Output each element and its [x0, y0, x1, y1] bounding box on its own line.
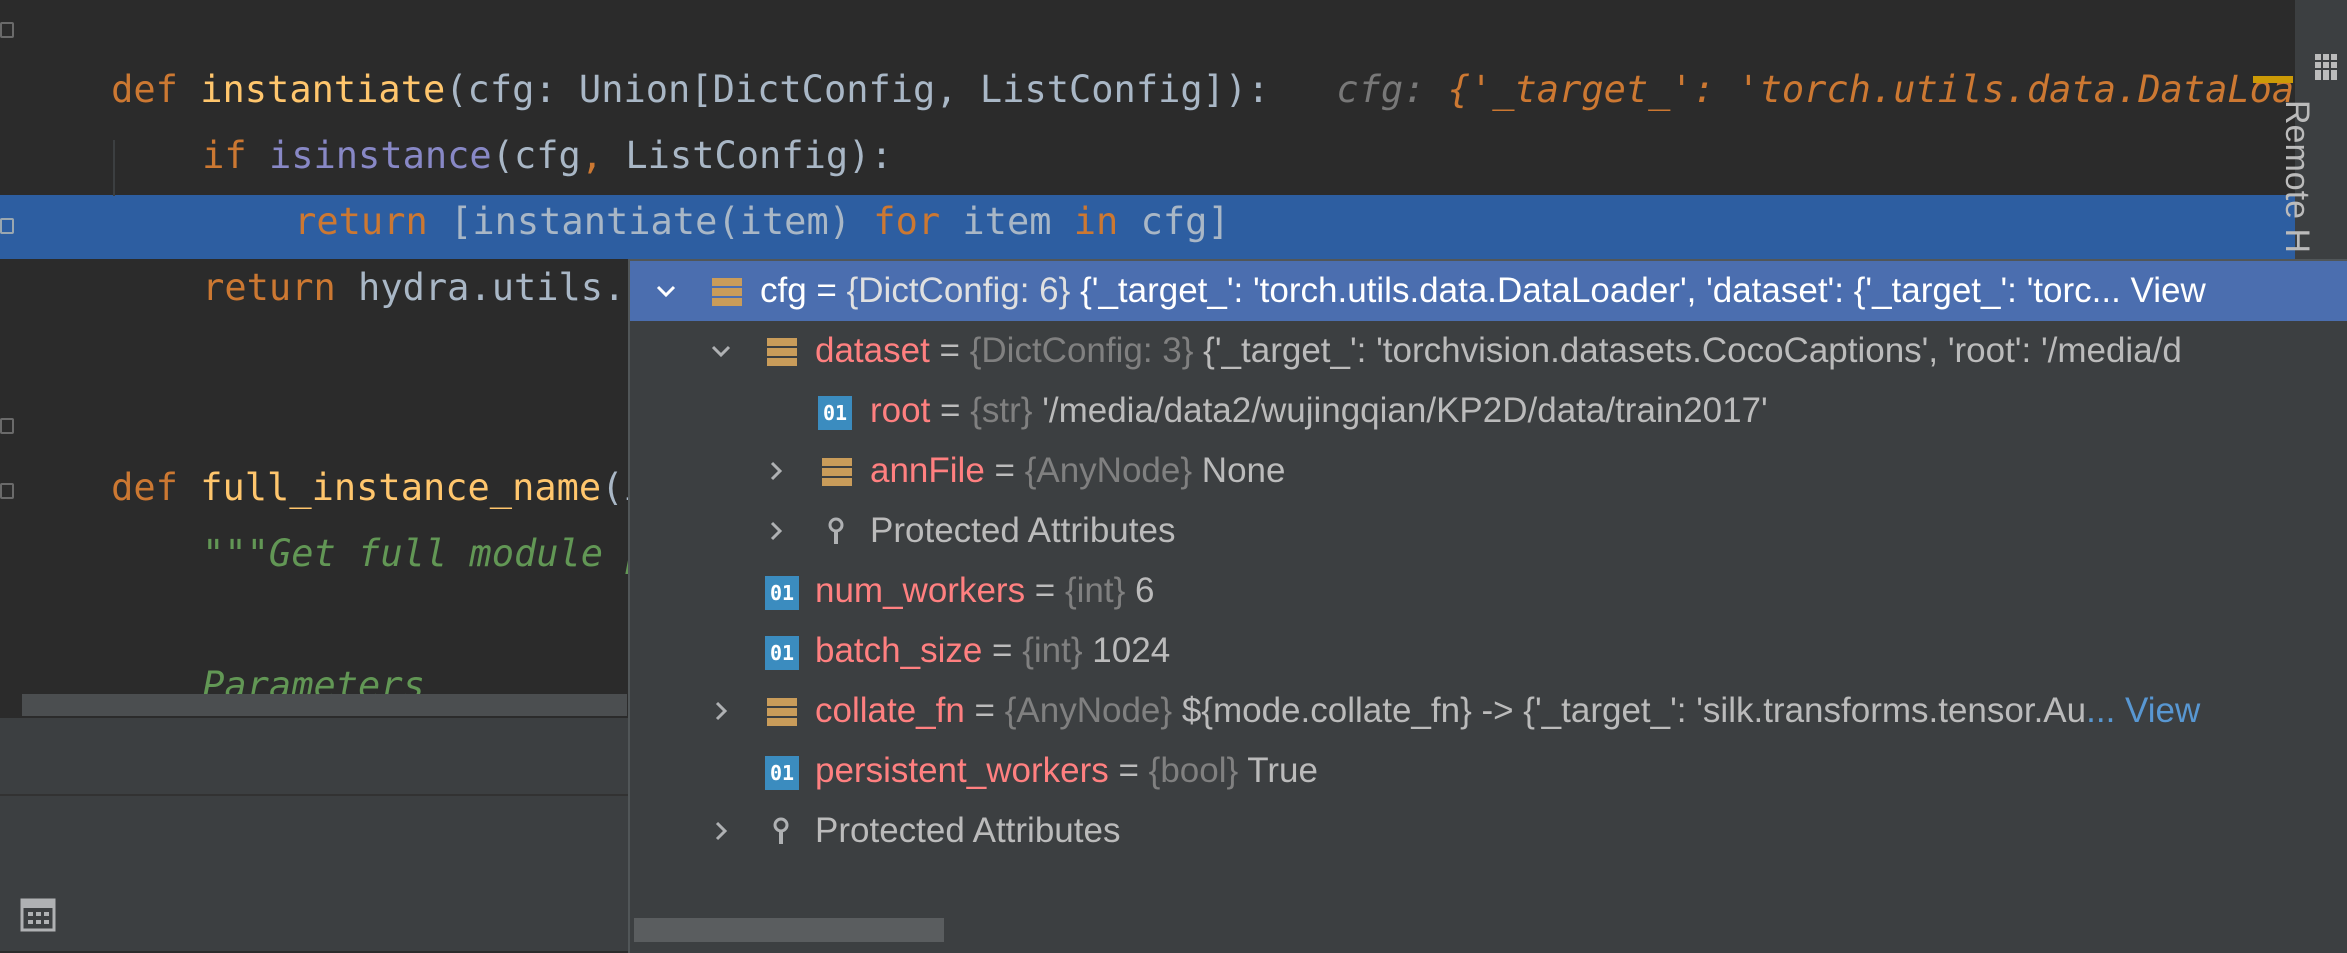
group-label: Protected Attributes: [815, 811, 1121, 850]
tree-row-collate-fn[interactable]: collate_fn = {AnyNode} ${mode.collate_fn…: [630, 681, 2347, 741]
chevron-right-icon[interactable]: [765, 520, 787, 542]
tree-row-batch-size[interactable]: 01 batch_size = {int} 1024: [630, 621, 2347, 681]
variable-value: {'_target_': 'torchvision.datasets.CocoC…: [1193, 331, 2182, 370]
variable-name: annFile: [870, 451, 985, 490]
variable-value: None: [1192, 451, 1286, 490]
equals-sign: =: [964, 691, 1005, 730]
variable-name: num_workers: [815, 571, 1026, 610]
equals-sign: =: [1025, 571, 1065, 610]
code-line-7[interactable]: Parameters: [113, 596, 425, 707]
variable-name: root: [870, 391, 931, 430]
int-icon: 01: [818, 396, 852, 430]
inline-debug-hint-value: {'_target_': 'torch.utils.data.DataLoade: [1447, 68, 2295, 111]
code-line-4[interactable]: return hydra.utils.instantiate(cfg): [113, 198, 982, 309]
variable-type: {bool}: [1148, 751, 1239, 790]
variable-type: {int}: [1022, 631, 1083, 670]
equals-sign: =: [930, 391, 971, 430]
code-text: cfg]: [1118, 200, 1230, 243]
calculator-icon[interactable]: [20, 898, 56, 932]
int-icon: 01: [765, 576, 799, 610]
popup-horizontal-scrollbar[interactable]: [634, 918, 944, 942]
code-line-3[interactable]: return [instantiate(item) for item in cf…: [205, 132, 1230, 243]
equals-sign: =: [1108, 751, 1149, 790]
code-line-2[interactable]: if isinstance(cfg, ListConfig):: [113, 66, 893, 177]
equals-sign: =: [929, 331, 970, 370]
variable-name: persistent_workers: [815, 751, 1109, 790]
group-label: Protected Attributes: [870, 511, 1176, 550]
tree-row-persistent-workers[interactable]: 01 persistent_workers = {bool} True: [630, 741, 2347, 801]
field-icon: [767, 698, 797, 726]
code-line-5[interactable]: def full_instance_name(inst: [22, 398, 712, 509]
keyword-return: return: [202, 266, 336, 309]
tree-row-protected-attributes[interactable]: Protected Attributes: [630, 501, 2347, 561]
fold-marker-icon[interactable]: [0, 22, 14, 38]
bottom-panel: [0, 718, 628, 951]
divider: [0, 794, 628, 796]
tree-row-root[interactable]: 01 root = {str} '/media/data2/wujingqian…: [630, 381, 2347, 441]
field-icon: [767, 338, 797, 366]
tree-row-protected-attributes[interactable]: Protected Attributes: [630, 801, 2347, 861]
variable-type: {DictConfig: 3}: [969, 331, 1194, 370]
variable-name: collate_fn: [815, 691, 965, 730]
key-icon: [828, 517, 844, 544]
fold-marker-icon[interactable]: [0, 483, 14, 499]
variable-name: dataset: [815, 331, 930, 370]
variable-value: 6: [1125, 571, 1155, 610]
int-icon: 01: [765, 636, 799, 670]
chevron-right-icon[interactable]: [710, 820, 732, 842]
field-icon: [822, 458, 852, 486]
chevron-down-icon[interactable]: [655, 280, 677, 302]
variable-name: cfg: [760, 271, 807, 310]
tree-row-dataset[interactable]: dataset = {DictConfig: 3} {'_target_': '…: [630, 321, 2347, 381]
code-line-6[interactable]: """Get full module path: [113, 464, 714, 575]
variable-name: batch_size: [815, 631, 983, 670]
variable-value: ${mode.collate_fn} -> {'_target_': 'silk…: [1172, 691, 2087, 730]
key-icon: [773, 817, 789, 844]
fold-marker-icon[interactable]: [0, 418, 14, 434]
variable-value: 1024: [1082, 631, 1171, 670]
error-stripe-marker[interactable]: [2253, 76, 2293, 83]
inline-debug-hint-name: cfg:: [1336, 68, 1426, 111]
variable-type: {DictConfig: 6}: [846, 271, 1071, 310]
fold-marker-icon[interactable]: [0, 218, 14, 234]
chevron-right-icon[interactable]: [765, 460, 787, 482]
debug-value-popup[interactable]: cfg = {DictConfig: 6} {'_target_': 'torc…: [628, 259, 2347, 953]
variable-value: True: [1238, 751, 1318, 790]
code-line-1[interactable]: def instantiate(cfg: Union[DictConfig, L…: [22, 0, 2295, 111]
variable-type: {AnyNode}: [1004, 691, 1173, 730]
chevron-right-icon[interactable]: [710, 700, 732, 722]
equals-sign: =: [806, 271, 847, 310]
tree-row-num-workers[interactable]: 01 num_workers = {int} 6: [630, 561, 2347, 621]
variable-type: {int}: [1064, 571, 1126, 610]
tree-row-annfile[interactable]: annFile = {AnyNode} None: [630, 441, 2347, 501]
view-link[interactable]: ... View: [2086, 691, 2200, 730]
remote-host-icon[interactable]: [2313, 52, 2339, 82]
variable-value: {'_target_': 'torch.utils.data.DataLoade…: [1070, 271, 2092, 310]
variable-type: {str}: [970, 391, 1033, 430]
remote-host-tab[interactable]: Remote H: [2277, 100, 2316, 253]
keyword-in: in: [1073, 200, 1119, 243]
view-link[interactable]: ... View: [2092, 271, 2206, 310]
equals-sign: =: [984, 451, 1025, 490]
variable-type: {AnyNode}: [1024, 451, 1193, 490]
equals-sign: =: [982, 631, 1023, 670]
variable-value: '/media/data2/wujingqian/KP2D/data/train…: [1032, 391, 1768, 430]
tree-row-cfg[interactable]: cfg = {DictConfig: 6} {'_target_': 'torc…: [630, 261, 2347, 321]
int-icon: 01: [765, 756, 799, 790]
horizontal-scrollbar[interactable]: [22, 694, 627, 716]
field-icon: [712, 278, 742, 306]
chevron-down-icon[interactable]: [710, 340, 732, 362]
